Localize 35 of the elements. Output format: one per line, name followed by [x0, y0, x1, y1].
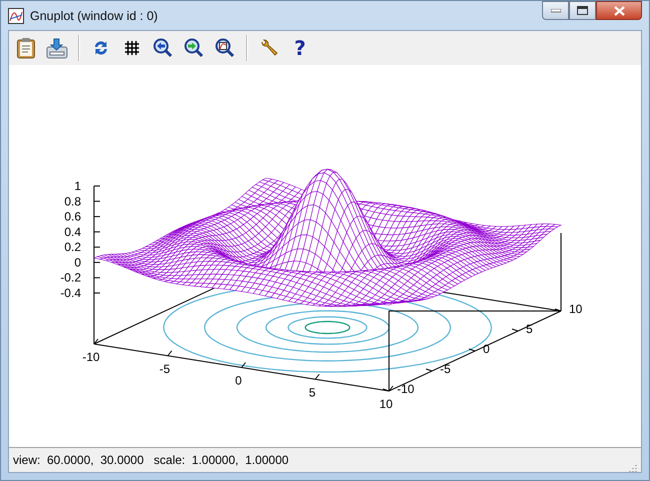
y-tick-label: -5 [440, 362, 451, 376]
z-tick-label: -0.4 [60, 286, 81, 300]
close-icon [614, 6, 624, 16]
magnifier-icon [184, 38, 204, 58]
z-tick-label: 0.8 [64, 194, 81, 208]
x-tick-label: -10 [82, 350, 100, 364]
z-tick-label: 0.2 [64, 240, 81, 254]
close-button[interactable] [596, 1, 642, 20]
minimize-icon [550, 8, 560, 12]
wrench-icon [259, 38, 279, 58]
app-icon [8, 8, 24, 24]
z-tick-label: 0.6 [64, 210, 81, 224]
y-tick-label: 10 [569, 302, 582, 316]
maximize-button[interactable] [569, 1, 596, 20]
x-tick-label: 0 [235, 374, 242, 388]
grid-icon [124, 40, 140, 56]
clipboard-icon [16, 37, 36, 59]
tray-arrow-icon [45, 37, 69, 59]
resize-grip-icon[interactable] [627, 462, 637, 472]
x-tick-label: 5 [308, 385, 316, 400]
minimize-button[interactable] [542, 1, 569, 20]
z-tick-label: 0 [74, 255, 81, 270]
status-text: view: 60.0000, 30.0000 scale: 1.00000, 1.00000 [13, 453, 289, 467]
x-tick-label: 10 [379, 397, 393, 411]
magnifier-icon [153, 38, 173, 58]
window-title: Gnuplot (window id : 0) [30, 8, 158, 22]
z-tick-label: 0.4 [64, 224, 81, 239]
y-tick-label: -10 [397, 382, 414, 396]
maximize-icon [577, 6, 588, 15]
z-tick-label: 1 [74, 179, 81, 193]
help-button[interactable]: ? [287, 35, 313, 61]
z-tick-label: -0.2 [60, 270, 81, 285]
x-tick-label: -5 [159, 362, 170, 376]
refresh-icon [92, 39, 110, 57]
magnifier-icon [215, 38, 235, 58]
